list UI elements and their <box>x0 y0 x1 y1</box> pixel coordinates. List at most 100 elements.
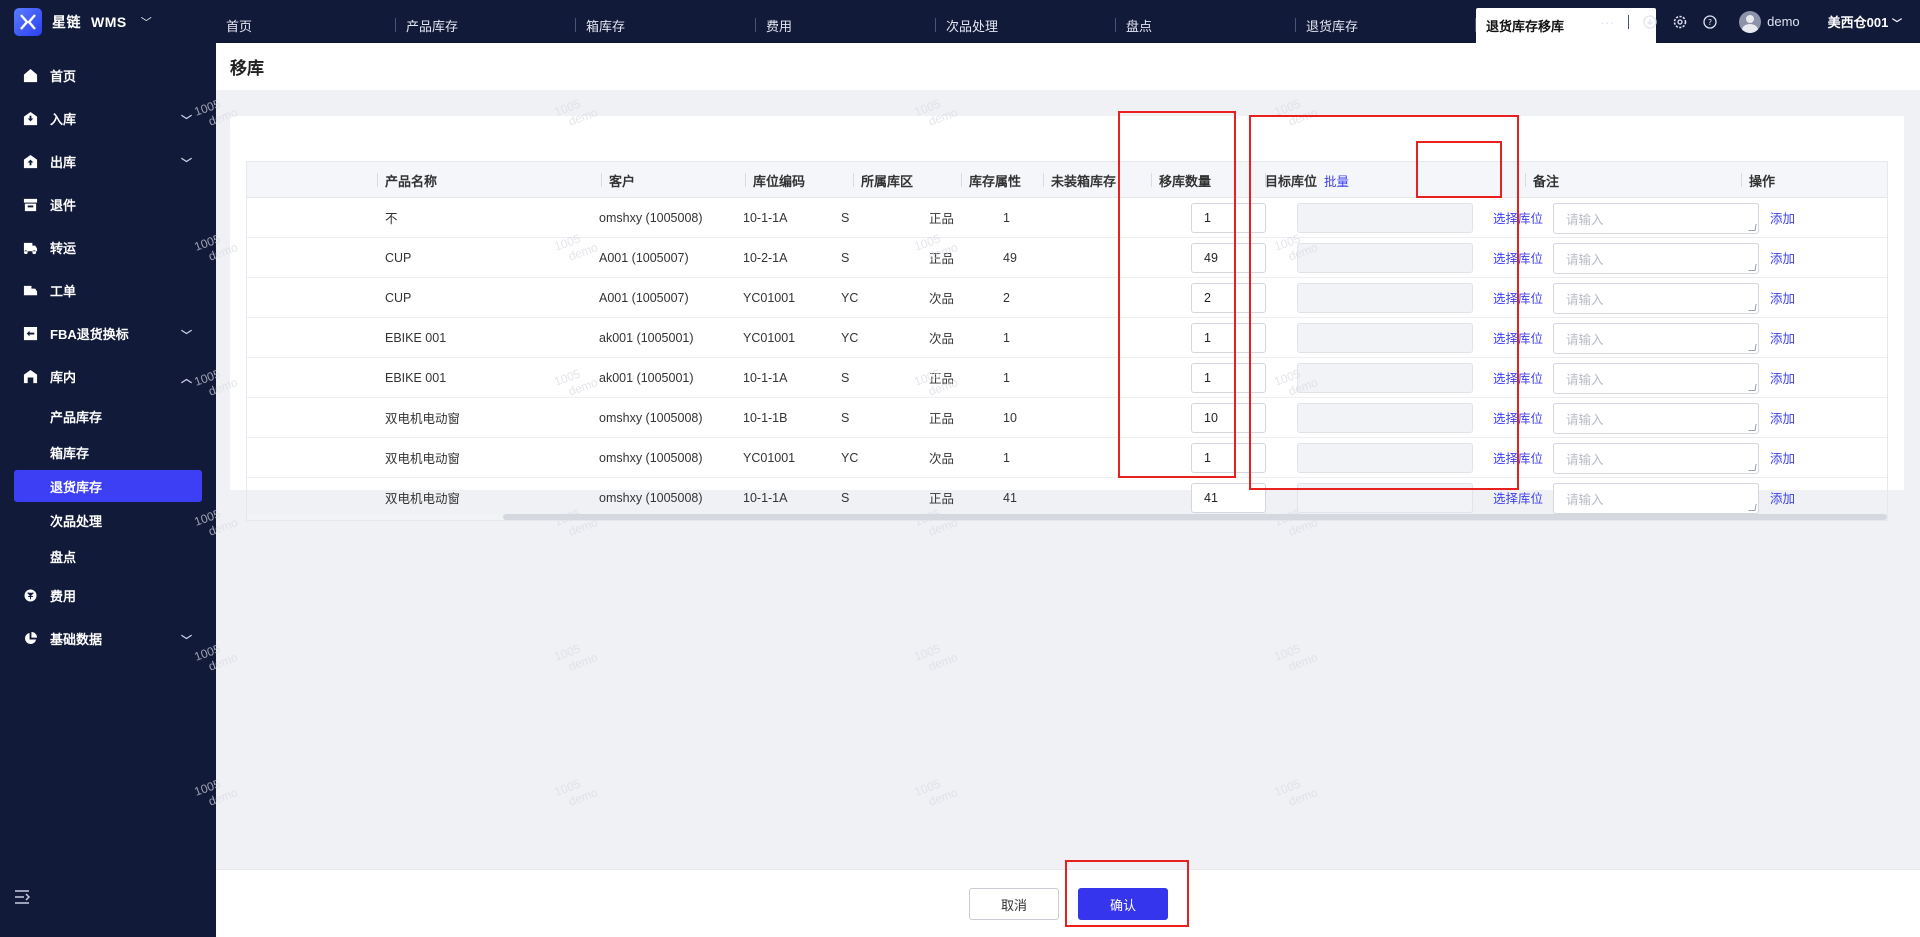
truck-icon <box>22 240 38 256</box>
cancel-button[interactable]: 取消 <box>969 888 1059 920</box>
select-location-link[interactable]: 选择库位 <box>1493 438 1543 477</box>
sidebar-item[interactable]: 转运 <box>0 226 216 269</box>
target-location-input[interactable] <box>1297 283 1473 313</box>
target-location-input[interactable] <box>1297 243 1473 273</box>
sidebar-subitem[interactable]: 产品库存 <box>0 398 216 434</box>
sidebar-subitem[interactable]: 箱库存 <box>0 434 216 470</box>
tab-3[interactable]: 费用 <box>756 8 936 43</box>
tab-5[interactable]: 盘点 <box>1116 8 1296 43</box>
select-location-link[interactable]: 选择库位 <box>1493 358 1543 397</box>
sidebar-item[interactable]: 出库 ﹀ <box>0 140 216 183</box>
watermark-line: 1005 <box>1272 641 1303 664</box>
sidebar-item[interactable]: 退件 <box>0 183 216 226</box>
brand[interactable]: 星链 WMS ﹀ <box>0 0 216 43</box>
add-link[interactable]: 添加 <box>1770 318 1795 357</box>
target-location-input[interactable] <box>1297 403 1473 433</box>
add-link[interactable]: 添加 <box>1770 358 1795 397</box>
warehouse-selector[interactable]: 美西仓001 ﹀ <box>1828 12 1902 31</box>
tab-0[interactable]: 首页 <box>216 8 396 43</box>
add-link[interactable]: 添加 <box>1770 398 1795 437</box>
add-link[interactable]: 添加 <box>1770 198 1795 237</box>
watermark: 1005 demo <box>1272 772 1319 812</box>
watermark-line: 1005 <box>1272 96 1303 119</box>
move-qty-input[interactable]: 10 <box>1191 403 1266 433</box>
warehouse-name: 美西仓001 <box>1827 15 1889 30</box>
batch-link[interactable]: 批量 <box>1324 162 1349 198</box>
move-qty-input[interactable]: 1 <box>1191 323 1266 353</box>
remark-textarea[interactable]: 请输入 <box>1553 403 1759 434</box>
table-row: 双电机电动窗 omshxy (1005008) 10-1-1A S 正品 41 41 选择库位… <box>247 478 1887 518</box>
col-stock: 未装箱库存 <box>1051 173 1117 189</box>
chevron-down-icon: ﹀ <box>1892 19 1902 30</box>
move-qty-input[interactable]: 49 <box>1191 243 1266 273</box>
watermark-line: demo <box>926 650 960 674</box>
confirm-button[interactable]: 确认 <box>1078 888 1168 920</box>
zone-cell: S <box>841 370 850 385</box>
move-qty-input[interactable]: 1 <box>1191 443 1266 473</box>
sidebar-subitem[interactable]: 次品处理 <box>0 502 216 538</box>
move-qty-input[interactable]: 41 <box>1191 483 1266 513</box>
tab-1[interactable]: 产品库存 <box>396 8 576 43</box>
watermark: 1005 demo <box>912 637 959 677</box>
target-location-input[interactable] <box>1297 203 1473 233</box>
location-code-cell: YC01001 <box>743 290 796 305</box>
add-link[interactable]: 添加 <box>1770 278 1795 317</box>
add-link[interactable]: 添加 <box>1770 238 1795 277</box>
sidebar-subitem[interactable]: 盘点 <box>0 538 216 574</box>
remark-textarea[interactable]: 请输入 <box>1553 323 1759 354</box>
product-name-cell: EBIKE 001 <box>385 370 447 385</box>
remark-textarea[interactable]: 请输入 <box>1553 243 1759 274</box>
horizontal-scrollbar[interactable] <box>247 514 1887 520</box>
remark-textarea[interactable]: 请输入 <box>1553 363 1759 394</box>
sidebar-subitem[interactable]: 退货库存 <box>14 470 202 502</box>
move-qty-input[interactable]: 1 <box>1191 203 1266 233</box>
collapse-menu-icon[interactable] <box>14 890 31 909</box>
remark-textarea[interactable]: 请输入 <box>1553 443 1759 474</box>
attr-cell: 正品 <box>929 372 955 386</box>
select-location-link[interactable]: 选择库位 <box>1493 198 1543 237</box>
sidebar-item[interactable]: 工单 <box>0 269 216 312</box>
sidebar-item[interactable]: 首页 <box>0 54 216 97</box>
sidebar-item[interactable]: 入库 ﹀ <box>0 97 216 140</box>
download-icon[interactable] <box>1635 0 1665 43</box>
tab-2[interactable]: 箱库存 <box>576 8 756 43</box>
sidebar-item[interactable]: 费用 <box>0 574 216 617</box>
move-qty-input[interactable]: 1 <box>1191 363 1266 393</box>
page-title: 移库 <box>216 43 1920 90</box>
target-location-input[interactable] <box>1297 443 1473 473</box>
warehouse-icon <box>22 369 38 385</box>
target-location-input[interactable] <box>1297 363 1473 393</box>
select-location-link[interactable]: 选择库位 <box>1493 478 1543 517</box>
select-location-link[interactable]: 选择库位 <box>1493 238 1543 277</box>
move-qty-input[interactable]: 2 <box>1191 283 1266 313</box>
add-link[interactable]: 添加 <box>1770 438 1795 477</box>
target-location-input[interactable] <box>1297 483 1473 513</box>
select-location-link[interactable]: 选择库位 <box>1493 318 1543 357</box>
header-divider <box>1525 173 1526 187</box>
help-icon[interactable]: ? <box>1695 0 1725 43</box>
sidebar-item[interactable]: 基础数据 ﹀ <box>0 617 216 660</box>
sidebar-item[interactable]: FBA退货换标 ﹀ <box>0 312 216 355</box>
add-link[interactable]: 添加 <box>1770 478 1795 517</box>
watermark-line: 1005 <box>912 776 943 799</box>
more-tabs-icon[interactable]: ··· <box>1592 0 1622 43</box>
settings-icon[interactable] <box>1665 0 1695 43</box>
select-location-link[interactable]: 选择库位 <box>1493 278 1543 317</box>
scrollbar-thumb[interactable] <box>503 514 1887 520</box>
remark-textarea[interactable]: 请输入 <box>1553 203 1759 234</box>
table-row: CUP A001 (1005007) 10-2-1A S 正品 49 49 选择库位 请输入 添加 <box>247 238 1887 278</box>
select-location-link[interactable]: 选择库位 <box>1493 398 1543 437</box>
remark-textarea[interactable]: 请输入 <box>1553 283 1759 314</box>
zone-cell: YC <box>841 290 859 305</box>
user-menu[interactable]: demo <box>1739 10 1800 33</box>
tab-6[interactable]: 退货库存 <box>1296 8 1476 43</box>
chart-pie-icon <box>22 631 38 647</box>
target-location-input[interactable] <box>1297 323 1473 353</box>
watermark-line: 1005 <box>552 641 583 664</box>
remark-textarea[interactable]: 请输入 <box>1553 483 1759 514</box>
sidebar-item[interactable]: 库内 ︿ <box>0 355 216 398</box>
location-code-cell: 10-1-1A <box>743 370 788 385</box>
tab-4[interactable]: 次品处理 <box>936 8 1116 43</box>
table-row: EBIKE 001 ak001 (1005001) YC01001 YC 次品 1 1 选择库… <box>247 318 1887 358</box>
chevron-down-icon[interactable]: ﹀ <box>141 14 152 30</box>
